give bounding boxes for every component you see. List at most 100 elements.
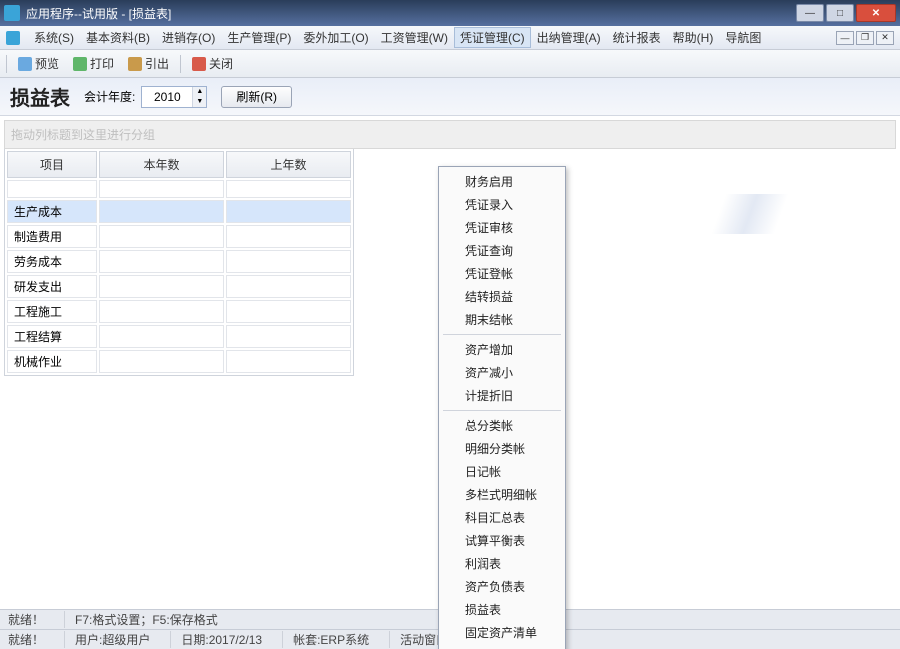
column-header[interactable]: 上年数: [226, 151, 351, 178]
year-up-button[interactable]: ▲: [192, 87, 206, 97]
table-cell: 劳务成本: [7, 250, 97, 273]
refresh-button[interactable]: 刷新(R): [221, 86, 292, 108]
preview-icon: [18, 57, 32, 71]
menu-item[interactable]: 基本资料(B): [80, 27, 156, 48]
group-by-hint[interactable]: 拖动列标题到这里进行分组: [4, 120, 896, 149]
menubar: 系统(S)基本资料(B)进销存(O)生产管理(P)委外加工(O)工资管理(W)凭…: [0, 26, 900, 50]
year-spinner[interactable]: ▲ ▼: [141, 86, 207, 108]
dropdown-item[interactable]: 期末结帐: [439, 308, 565, 331]
profit-loss-table: 项目本年数上年数 生产成本制造费用劳务成本研发支出工程施工工程结算机械作业: [4, 149, 354, 376]
dropdown-item[interactable]: 明细分类帐: [439, 437, 565, 460]
maximize-button[interactable]: □: [826, 4, 854, 22]
export-button[interactable]: 引出: [125, 53, 172, 74]
year-selector: 会计年度: ▲ ▼: [84, 86, 207, 108]
table-row[interactable]: 工程结算: [7, 325, 351, 348]
column-header[interactable]: 项目: [7, 151, 97, 178]
page-title: 损益表: [10, 82, 70, 111]
status-hint: F7:格式设置；F5:保存格式: [64, 611, 228, 628]
column-header[interactable]: 本年数: [99, 151, 224, 178]
table-cell: [226, 250, 351, 273]
export-label: 引出: [145, 55, 169, 72]
table-cell: [226, 225, 351, 248]
table-cell: [99, 200, 224, 223]
menu-item[interactable]: 委外加工(O): [297, 27, 374, 48]
dropdown-item[interactable]: 日记帐: [439, 460, 565, 483]
menu-item[interactable]: 帮助(H): [667, 27, 720, 48]
dropdown-item[interactable]: 资产减小: [439, 361, 565, 384]
dropdown-item[interactable]: 总分类帐: [439, 414, 565, 437]
table-row[interactable]: 制造费用: [7, 225, 351, 248]
dropdown-item[interactable]: 试算平衡表: [439, 529, 565, 552]
table-row[interactable]: 工程施工: [7, 300, 351, 323]
dropdown-separator: [443, 334, 561, 335]
status-date: 日期:2017/2/13: [170, 631, 272, 648]
close-label: 关闭: [209, 55, 233, 72]
window-title: 应用程序--试用版 - [损益表]: [26, 5, 171, 22]
menu-item[interactable]: 导航图: [719, 27, 767, 48]
table-cell: 机械作业: [7, 350, 97, 373]
preview-label: 预览: [35, 55, 59, 72]
dropdown-item[interactable]: 损益表: [439, 598, 565, 621]
mdi-restore-button[interactable]: ❐: [856, 31, 874, 45]
close-icon: [192, 57, 206, 71]
table-cell: [99, 180, 224, 198]
status-ready-2: 就绪！: [8, 631, 54, 648]
dropdown-item[interactable]: 固定资产清单: [439, 621, 565, 644]
menu-item[interactable]: 系统(S): [28, 27, 80, 48]
table-cell: 工程结算: [7, 325, 97, 348]
dropdown-item[interactable]: 利润表: [439, 552, 565, 575]
dropdown-separator: [443, 410, 561, 411]
dropdown-item[interactable]: 凭证审核: [439, 216, 565, 239]
dropdown-item[interactable]: 资产负债表: [439, 575, 565, 598]
table-cell: [226, 180, 351, 198]
year-input[interactable]: [142, 90, 192, 104]
page-header: 损益表 会计年度: ▲ ▼ 刷新(R): [0, 78, 900, 116]
toolbar: 预览 打印 引出 关闭: [0, 50, 900, 78]
table-cell: [99, 300, 224, 323]
preview-button[interactable]: 预览: [15, 53, 62, 74]
year-down-button[interactable]: ▼: [192, 97, 206, 107]
dropdown-item[interactable]: 结转损益: [439, 285, 565, 308]
menu-item[interactable]: 出纳管理(A): [531, 27, 607, 48]
table-row[interactable]: [7, 180, 351, 198]
dropdown-item[interactable]: 资产增加: [439, 338, 565, 361]
window-controls: — □ ✕: [794, 4, 896, 22]
table-cell: [226, 325, 351, 348]
year-label: 会计年度:: [84, 88, 135, 105]
dropdown-item[interactable]: 科目汇总表: [439, 506, 565, 529]
voucher-menu-dropdown: 财务启用凭证录入凭证审核凭证查询凭证登帐结转损益期末结帐资产增加资产减小计提折旧…: [438, 166, 566, 649]
table-cell: [99, 250, 224, 273]
table-cell: [99, 325, 224, 348]
dropdown-item[interactable]: 固定资产折旧表: [439, 644, 565, 649]
close-window-button[interactable]: ✕: [856, 4, 896, 22]
dropdown-item[interactable]: 多栏式明细帐: [439, 483, 565, 506]
table-cell: [7, 180, 97, 198]
menu-item[interactable]: 工资管理(W): [375, 27, 454, 48]
dropdown-item[interactable]: 凭证查询: [439, 239, 565, 262]
table-row[interactable]: 机械作业: [7, 350, 351, 373]
status-ready: 就绪！: [8, 611, 54, 628]
table-row[interactable]: 研发支出: [7, 275, 351, 298]
menu-item[interactable]: 进销存(O): [156, 27, 221, 48]
menu-item[interactable]: 凭证管理(C): [454, 27, 531, 48]
table-cell: [226, 350, 351, 373]
dropdown-item[interactable]: 计提折旧: [439, 384, 565, 407]
table-cell: 制造费用: [7, 225, 97, 248]
dropdown-item[interactable]: 凭证登帐: [439, 262, 565, 285]
mdi-close-button[interactable]: ✕: [876, 31, 894, 45]
mdi-minimize-button[interactable]: —: [836, 31, 854, 45]
dropdown-item[interactable]: 财务启用: [439, 170, 565, 193]
table-cell: [99, 275, 224, 298]
minimize-button[interactable]: —: [796, 4, 824, 22]
window-titlebar: 应用程序--试用版 - [损益表] — □ ✕: [0, 0, 900, 26]
table-cell: 研发支出: [7, 275, 97, 298]
menu-item[interactable]: 生产管理(P): [221, 27, 297, 48]
close-tab-button[interactable]: 关闭: [189, 53, 236, 74]
print-label: 打印: [90, 55, 114, 72]
table-cell: [226, 300, 351, 323]
menu-item[interactable]: 统计报表: [607, 27, 667, 48]
table-row[interactable]: 生产成本: [7, 200, 351, 223]
table-row[interactable]: 劳务成本: [7, 250, 351, 273]
dropdown-item[interactable]: 凭证录入: [439, 193, 565, 216]
print-button[interactable]: 打印: [70, 53, 117, 74]
